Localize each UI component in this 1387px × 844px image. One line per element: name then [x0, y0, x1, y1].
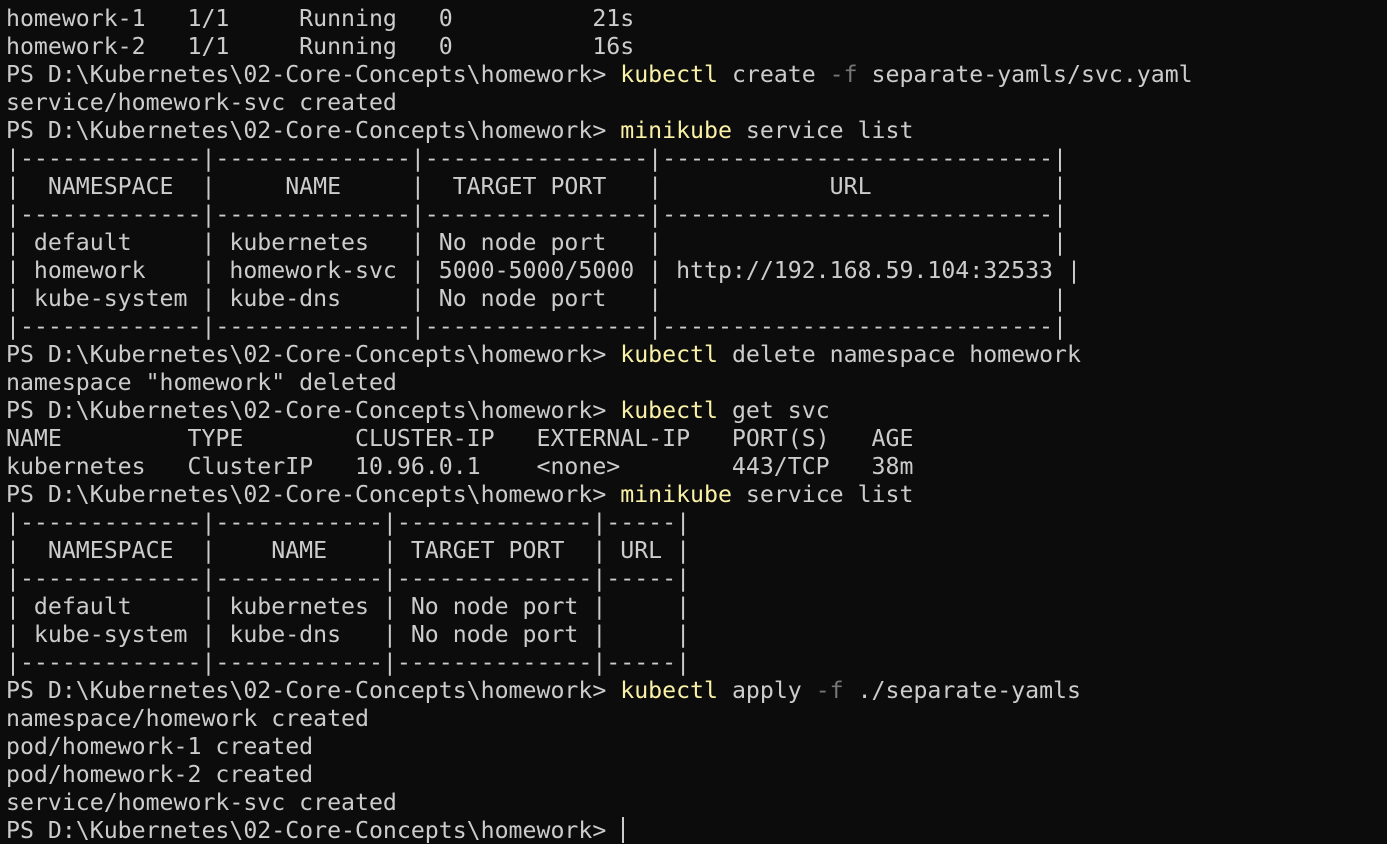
command-name: minikube — [620, 117, 732, 144]
output-line: namespace/homework created — [6, 705, 369, 732]
prompt-path: PS D:\Kubernetes\02-Core-Concepts\homewo… — [6, 117, 621, 144]
prompt-line: PS D:\Kubernetes\02-Core-Concepts\homewo… — [6, 481, 1381, 509]
output-line: | default | kubernetes | No node port | … — [6, 229, 1067, 256]
terminal-window[interactable]: homework-1 1/1 Running 0 21s homework-2 1… — [6, 5, 1381, 844]
output-line: | NAMESPACE | NAME | TARGET PORT | URL | — [6, 537, 691, 564]
text-cursor[interactable] — [622, 817, 625, 843]
prompt-path: PS D:\Kubernetes\02-Core-Concepts\homewo… — [6, 61, 621, 88]
command-name: kubectl — [620, 341, 718, 368]
command-name: kubectl — [620, 397, 718, 424]
command-flag: -f — [815, 677, 844, 704]
prompt-path: PS D:\Kubernetes\02-Core-Concepts\homewo… — [6, 677, 621, 704]
output-line: NAME TYPE CLUSTER-IP EXTERNAL-IP PORT(S)… — [6, 425, 914, 452]
command-args: get svc — [717, 397, 830, 424]
output-line: homework-2 1/1 Running 0 16s — [6, 33, 635, 60]
command-args: ./separate-yamls — [843, 677, 1081, 704]
prompt-line: PS D:\Kubernetes\02-Core-Concepts\homewo… — [6, 341, 1381, 369]
command-args: separate-yamls/svc.yaml — [857, 61, 1193, 88]
output-line: namespace "homework" deleted — [6, 369, 397, 396]
prompt-line: PS D:\Kubernetes\02-Core-Concepts\homewo… — [6, 817, 1381, 844]
output-line: | homework | homework-svc | 5000-5000/50… — [6, 257, 1081, 284]
output-line: |-------------|--------------|----------… — [6, 145, 1067, 172]
command-args: delete namespace homework — [717, 341, 1081, 368]
output-line: |-------------|------------|------------… — [6, 509, 691, 536]
command-name: kubectl — [620, 677, 718, 704]
output-line: |-------------|--------------|----------… — [6, 201, 1067, 228]
prompt-line: PS D:\Kubernetes\02-Core-Concepts\homewo… — [6, 677, 1381, 705]
command-args: service list — [731, 481, 914, 508]
prompt-line: PS D:\Kubernetes\02-Core-Concepts\homewo… — [6, 61, 1381, 89]
output-line: |-------------|--------------|----------… — [6, 313, 1067, 340]
command-name: minikube — [620, 481, 732, 508]
output-line: homework-1 1/1 Running 0 21s — [6, 5, 635, 32]
command-flag: -f — [829, 61, 858, 88]
prompt-path: PS D:\Kubernetes\02-Core-Concepts\homewo… — [6, 817, 621, 844]
output-line: pod/homework-1 created — [6, 733, 314, 760]
output-line: |-------------|------------|------------… — [6, 649, 691, 676]
prompt-path: PS D:\Kubernetes\02-Core-Concepts\homewo… — [6, 481, 621, 508]
prompt-path: PS D:\Kubernetes\02-Core-Concepts\homewo… — [6, 341, 621, 368]
prompt-line: PS D:\Kubernetes\02-Core-Concepts\homewo… — [6, 117, 1381, 145]
output-line: service/homework-svc created — [6, 789, 397, 816]
prompt-path: PS D:\Kubernetes\02-Core-Concepts\homewo… — [6, 397, 621, 424]
output-line: kubernetes ClusterIP 10.96.0.1 <none> 44… — [6, 453, 914, 480]
command-args: create — [717, 61, 830, 88]
output-line: | default | kubernetes | No node port | … — [6, 593, 691, 620]
output-line: |-------------|------------|------------… — [6, 565, 691, 592]
output-line: | kube-system | kube-dns | No node port … — [6, 285, 1067, 312]
output-line: | kube-system | kube-dns | No node port … — [6, 621, 691, 648]
output-line: service/homework-svc created — [6, 89, 397, 116]
command-name: kubectl — [620, 61, 718, 88]
prompt-line: PS D:\Kubernetes\02-Core-Concepts\homewo… — [6, 397, 1381, 425]
output-line: | NAMESPACE | NAME | TARGET PORT | URL | — [6, 173, 1067, 200]
command-args: service list — [731, 117, 914, 144]
output-line: pod/homework-2 created — [6, 761, 314, 788]
command-args: apply — [717, 677, 816, 704]
